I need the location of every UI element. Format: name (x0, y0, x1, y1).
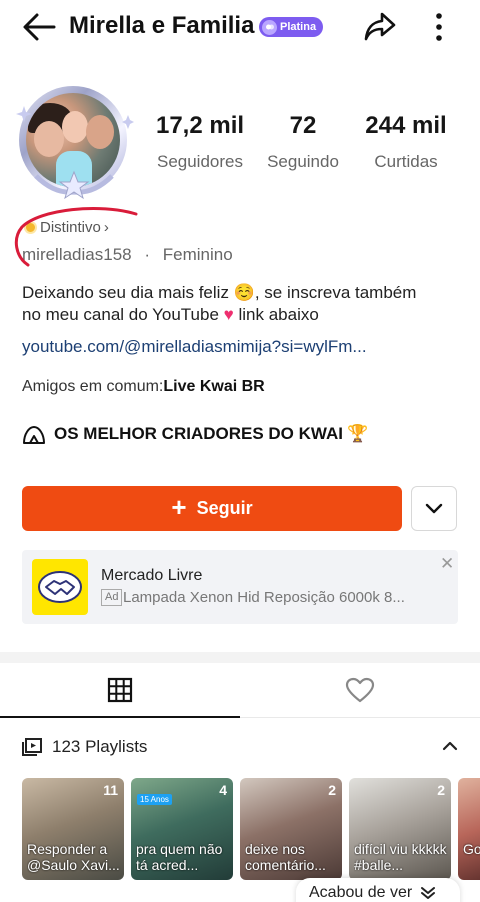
content-tabs (0, 663, 480, 718)
playlists-label: 123 Playlists (52, 737, 148, 756)
plus-icon: + (171, 492, 187, 522)
stat-likes[interactable]: 244 mil Curtidas (360, 112, 452, 172)
community-label: OS MELHOR CRIADORES DO KWAI (54, 424, 344, 443)
playlist-card[interactable]: 11 Responder a @Saulo Xavi... (22, 778, 124, 880)
chevron-up-icon[interactable] (442, 740, 458, 752)
top-bar: Mirella e Familia Platina (0, 0, 480, 56)
more-options-button[interactable] (428, 10, 450, 44)
playlist-card[interactable]: 15 Anos 4 pra quem não tá acred... (131, 778, 233, 880)
playlist-card[interactable]: 2 difícil viu kkkkk #balle... (349, 778, 451, 880)
platina-badge[interactable]: Platina (259, 17, 324, 37)
ad-banner[interactable]: Mercado Livre Ad Lampada Xenon Hid Repos… (22, 550, 458, 624)
mutual-friend-name: Live Kwai BR (163, 378, 265, 395)
chevron-down-icon (425, 503, 443, 513)
double-chevron-down-icon (421, 887, 436, 899)
followers-count: 17,2 mil (155, 112, 245, 139)
heart-emoji-icon: ♥ (223, 305, 234, 324)
badge-label: Platina (280, 21, 317, 33)
tab-liked[interactable] (240, 663, 480, 717)
share-icon (364, 12, 396, 41)
stat-followers[interactable]: 17,2 mil Seguidores (154, 112, 246, 172)
follow-button[interactable]: + Seguir (22, 486, 402, 531)
mutual-friends[interactable]: Amigos em comum:Live Kwai BR (22, 378, 265, 396)
playlist-icon (22, 738, 42, 756)
ad-tag: Ad (101, 589, 123, 606)
smile-emoji-icon: ☺️ (233, 283, 255, 302)
suggestions-dropdown-button[interactable] (411, 486, 457, 531)
following-count: 72 (289, 112, 317, 139)
likes-count: 244 mil (365, 112, 447, 139)
playlist-card[interactable]: Go (458, 778, 480, 880)
grid-icon (107, 677, 133, 703)
toast-label: Acabou de ver (309, 884, 413, 901)
bio: Deixando seu dia mais feliz ☺️, se inscr… (22, 283, 417, 324)
ad-title: Mercado Livre (101, 567, 203, 584)
laurel-frame-icon (16, 106, 134, 200)
follow-label: Seguir (196, 498, 253, 518)
following-label: Seguindo (267, 152, 339, 171)
tab-grid[interactable] (0, 663, 240, 718)
page-title: Mirella e Familia (69, 12, 255, 39)
mercado-livre-logo (32, 559, 88, 615)
gender: Feminino (162, 245, 233, 264)
annotation-circle (14, 206, 138, 267)
ad-text: Lampada Xenon Hid Reposição 6000k 8... (123, 589, 405, 606)
handshake-icon (38, 571, 82, 603)
avatar[interactable] (14, 84, 134, 200)
trophy-icon: 🏆 (347, 424, 369, 443)
section-divider (0, 652, 480, 663)
playlist-card[interactable]: 2 deixe nos comentário... (240, 778, 342, 880)
arrow-left-icon (23, 13, 56, 41)
more-vertical-icon (436, 13, 442, 41)
heart-outline-icon (345, 677, 375, 703)
community-row[interactable]: OS MELHOR CRIADORES DO KWAI 🏆 (22, 424, 368, 444)
share-button[interactable] (362, 8, 398, 44)
bio-link[interactable]: youtube.com/@mirelladiasmimija?si=wylFm.… (22, 337, 367, 357)
followers-label: Seguidores (156, 152, 243, 171)
back-button[interactable] (20, 10, 58, 44)
playlists-header[interactable]: 123 Playlists (22, 736, 462, 758)
community-tent-icon (23, 426, 45, 444)
stat-following[interactable]: 72 Seguindo (264, 112, 342, 172)
likes-label: Curtidas (374, 152, 438, 171)
recently-watched-toast[interactable]: Acabou de ver (296, 878, 460, 902)
gem-icon (262, 19, 277, 35)
close-icon[interactable]: ✕ (440, 554, 454, 574)
